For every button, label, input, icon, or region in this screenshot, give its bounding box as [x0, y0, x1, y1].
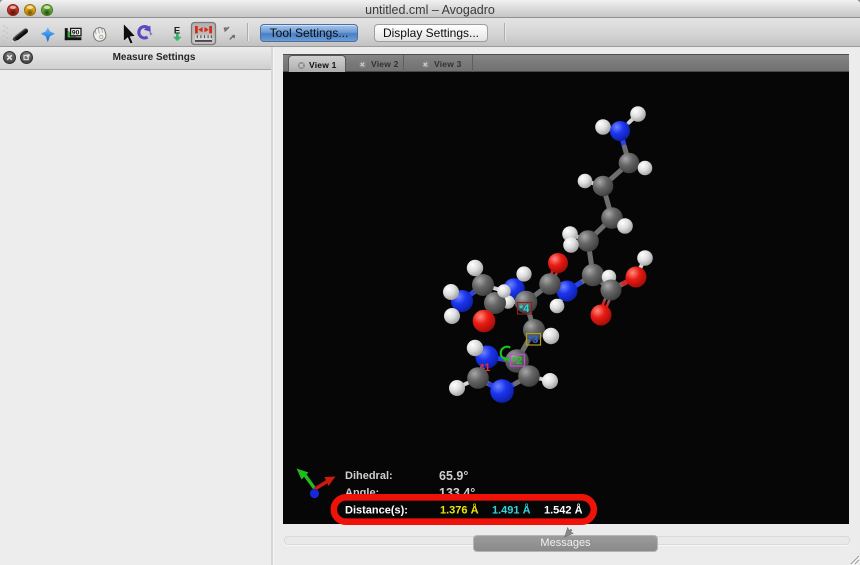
svg-text:90: 90 — [72, 30, 80, 37]
